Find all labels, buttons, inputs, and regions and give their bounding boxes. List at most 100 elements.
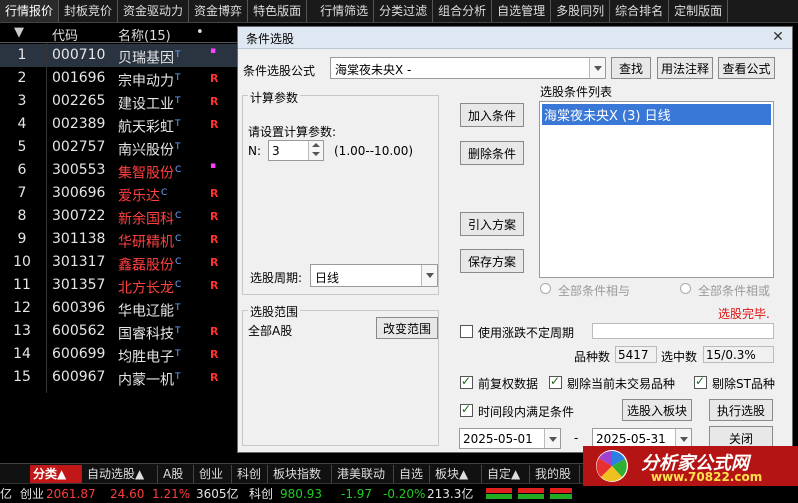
table-row[interactable]: 1 000710 贝瑞基因T ▪ xyxy=(0,44,240,67)
radio-all-and-label: 全部条件相与 xyxy=(558,284,631,298)
table-row[interactable]: 5 002757 南兴股份T xyxy=(0,136,240,159)
top-tab-item[interactable]: 行情筛选 xyxy=(315,0,375,22)
radio-all-or[interactable] xyxy=(680,283,691,294)
dialog-titlebar[interactable]: 条件选股 ✕ xyxy=(238,27,792,49)
bottom-tab-item[interactable]: 板块▲ xyxy=(432,465,482,483)
row-flag: ▪ xyxy=(210,161,217,171)
top-tab-item[interactable]: 综合排名 xyxy=(610,0,670,22)
save-scheme-button[interactable]: 保存方案 xyxy=(460,249,524,273)
chevron-down-icon[interactable] xyxy=(544,429,560,448)
period-label: 选股周期: xyxy=(250,271,303,285)
exclude-untraded-label: 剔除当前未交易品种 xyxy=(567,377,676,391)
time-range-checkbox[interactable] xyxy=(460,402,473,417)
idx2-name[interactable]: 科创 xyxy=(249,485,273,503)
calc-prompt: 请设置计算参数: xyxy=(248,125,337,139)
table-row[interactable]: 3 002265 建设工业T R xyxy=(0,90,240,113)
bottom-tab-item[interactable]: 板块指数 xyxy=(270,465,332,483)
table-row[interactable]: 11 301357 北方长龙C R xyxy=(0,274,240,297)
bottom-tab-item[interactable]: 自定▲ xyxy=(484,465,530,483)
row-index: 8 xyxy=(17,208,27,224)
uncertain-period-field[interactable] xyxy=(592,323,774,339)
top-tab-item[interactable]: 封板竞价 xyxy=(59,0,119,22)
row-name-text: 集智股份 xyxy=(118,165,174,182)
calc-params-title: 计算参数 xyxy=(248,89,301,106)
row-index: 7 xyxy=(17,185,27,201)
exclude-untraded-checkbox[interactable] xyxy=(549,374,562,389)
prerestore-checkbox[interactable] xyxy=(460,374,473,389)
bottom-tab-item[interactable]: 科创 xyxy=(234,465,268,483)
formula-select[interactable]: 海棠夜未央X - xyxy=(330,57,606,79)
row-code: 000710 xyxy=(52,47,106,63)
table-row[interactable]: 4 002389 航天彩虹T R xyxy=(0,113,240,136)
table-row[interactable]: 7 300696 爱乐达C R xyxy=(0,182,240,205)
row-name-text: 鑫磊股份 xyxy=(118,257,174,274)
bottom-tab-item[interactable]: 我的股 xyxy=(532,465,580,483)
table-row[interactable]: 12 600396 华电辽能T xyxy=(0,297,240,320)
change-range-button[interactable]: 改变范围 xyxy=(376,317,438,339)
row-index: 9 xyxy=(17,231,27,247)
idx1-name[interactable]: 创业 xyxy=(20,485,44,503)
table-row[interactable]: 10 301317 鑫磊股份C R xyxy=(0,251,240,274)
find-button[interactable]: 查找 xyxy=(611,57,651,79)
radio-all-and[interactable] xyxy=(540,283,551,294)
bottom-tab-item[interactable]: 分类▲ xyxy=(30,465,82,483)
bottom-tab-item[interactable]: 自选 xyxy=(396,465,430,483)
table-row[interactable]: 2 001696 宗申动力T R xyxy=(0,67,240,90)
row-name-text: 北方长龙 xyxy=(118,280,174,297)
row-name-text: 内蒙一机 xyxy=(118,372,174,389)
selected-label: 选中数 xyxy=(661,350,698,364)
col-code-header[interactable]: 代码 xyxy=(52,25,78,44)
table-row[interactable]: 8 300722 新余国科C R xyxy=(0,205,240,228)
top-tab-item[interactable]: 行情报价 xyxy=(0,0,60,22)
date-from-value: 2025-05-01 xyxy=(463,432,533,446)
bottom-tab-item[interactable]: 自动选股▲ xyxy=(84,465,158,483)
delete-condition-button[interactable]: 删除条件 xyxy=(460,141,524,165)
execute-button[interactable]: 执行选股 xyxy=(709,399,773,421)
exclude-st-checkbox[interactable] xyxy=(694,374,707,389)
add-condition-button[interactable]: 加入条件 xyxy=(460,103,524,127)
import-scheme-button[interactable]: 引入方案 xyxy=(460,212,524,236)
sort-arrow-icon[interactable]: ▼ xyxy=(14,25,24,40)
top-tab-item[interactable]: 资金驱动力 xyxy=(118,0,190,22)
top-tab-item[interactable]: 资金博弈 xyxy=(189,0,249,22)
table-row[interactable]: 6 300553 集智股份C ▪ xyxy=(0,159,240,182)
row-flag: R xyxy=(210,233,219,246)
to-block-button[interactable]: 选股入板块 xyxy=(622,399,692,421)
top-tab-item[interactable]: 特色版面 xyxy=(248,0,308,22)
col-dot-header[interactable]: • xyxy=(196,25,204,40)
condition-list-item[interactable]: 海棠夜未央X (3) 日线 xyxy=(542,104,771,125)
top-tab-item[interactable]: 多股同列 xyxy=(551,0,611,22)
bottom-tab-item[interactable]: 港美联动 xyxy=(334,465,394,483)
close-icon[interactable]: ✕ xyxy=(770,29,786,45)
top-tab-item[interactable]: 分类过滤 xyxy=(374,0,434,22)
table-row[interactable]: 13 600562 国睿科技T R xyxy=(0,320,240,343)
row-flag: R xyxy=(210,210,219,223)
table-row[interactable]: 9 301138 华研精机C R xyxy=(0,228,240,251)
uncertain-period-checkbox[interactable] xyxy=(460,325,473,338)
row-index: 12 xyxy=(13,300,31,316)
chevron-down-icon[interactable] xyxy=(589,58,605,78)
bottom-tab-item[interactable]: A股 xyxy=(160,465,194,483)
bottom-tab-item[interactable]: 创业 xyxy=(196,465,232,483)
stepper-arrows-icon[interactable] xyxy=(308,141,323,160)
idx1-value: 2061.87 xyxy=(46,487,96,501)
table-row[interactable]: 14 600699 均胜电子T R xyxy=(0,343,240,366)
table-row[interactable]: 15 600967 内蒙一机T R xyxy=(0,366,240,389)
date-from-select[interactable]: 2025-05-01 xyxy=(459,428,561,449)
col-name-header[interactable]: 名称(15) xyxy=(118,25,171,44)
usage-notes-button[interactable]: 用法注释 xyxy=(657,57,713,79)
chevron-down-icon[interactable] xyxy=(421,265,437,286)
radio-all-or-label: 全部条件相或 xyxy=(698,284,771,298)
view-formula-button[interactable]: 查看公式 xyxy=(718,57,775,79)
condition-list[interactable]: 海棠夜未央X (3) 日线 xyxy=(539,101,774,278)
top-tab-item[interactable]: 自选管理 xyxy=(492,0,552,22)
period-select[interactable]: 日线 xyxy=(310,264,438,287)
row-flag: R xyxy=(210,325,219,338)
top-tab-item[interactable]: 组合分析 xyxy=(433,0,493,22)
row-code: 600699 xyxy=(52,346,106,362)
row-tag: T xyxy=(175,372,181,382)
param-n-stepper[interactable]: 3 xyxy=(268,140,324,161)
condition-select-dialog: 条件选股 ✕ 条件选股公式 海棠夜未央X - 查找 用法注释 查看公式 计算参数… xyxy=(237,26,793,453)
idx1-pct: 1.21% xyxy=(152,487,191,501)
top-tab-item[interactable]: 定制版面 xyxy=(669,0,729,22)
